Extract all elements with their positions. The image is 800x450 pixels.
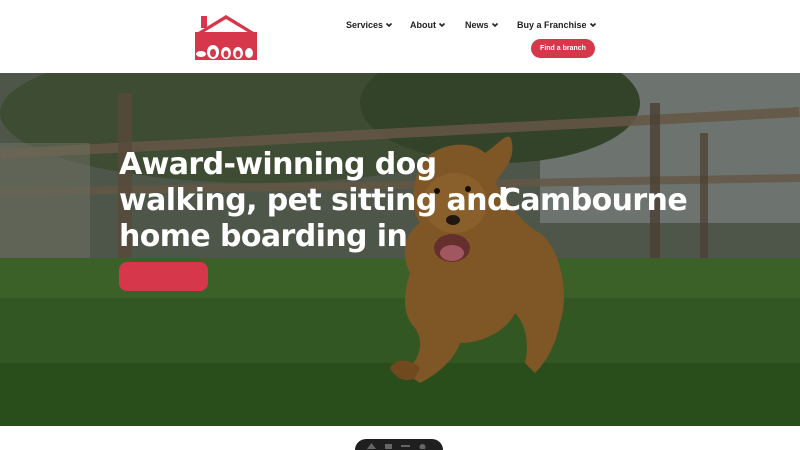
nav-news-label: News: [465, 20, 489, 30]
site-header: Services About News Buy a Franchise Find…: [0, 0, 800, 73]
nav-franchise-label: Buy a Franchise: [517, 20, 587, 30]
bottom-toolbar[interactable]: [355, 439, 443, 450]
nav-about[interactable]: About: [410, 19, 446, 31]
nav-about-label: About: [410, 20, 436, 30]
nav-services[interactable]: Services: [346, 19, 393, 31]
hero-location: Cambourne: [499, 183, 688, 218]
hero-heading-line-1: Award-winning dog: [119, 147, 437, 182]
chevron-down-icon: [385, 22, 393, 28]
chevron-down-icon: [491, 22, 498, 28]
hero-heading-line-3: home boarding in: [119, 219, 408, 254]
nav-services-label: Services: [346, 20, 384, 30]
hero-heading: Award-winning dog walking, pet sitting a…: [119, 147, 719, 255]
chevron-down-icon: [589, 22, 596, 28]
nav-news[interactable]: News: [465, 19, 499, 31]
find-a-branch-button[interactable]: Find a branch: [531, 39, 595, 58]
house-paws-logo[interactable]: [193, 13, 259, 60]
toolbar-icon: [367, 443, 376, 449]
nav-buy-a-franchise[interactable]: Buy a Franchise: [517, 19, 597, 31]
chevron-down-icon: [438, 22, 446, 28]
toolbar-icon: [419, 444, 426, 449]
toolbar-icon: [401, 445, 410, 447]
hero-cta-button[interactable]: [119, 262, 208, 291]
hero-banner: Award-winning dog walking, pet sitting a…: [0, 73, 800, 426]
logo-icon: [195, 15, 257, 60]
toolbar-icon: [385, 444, 392, 449]
